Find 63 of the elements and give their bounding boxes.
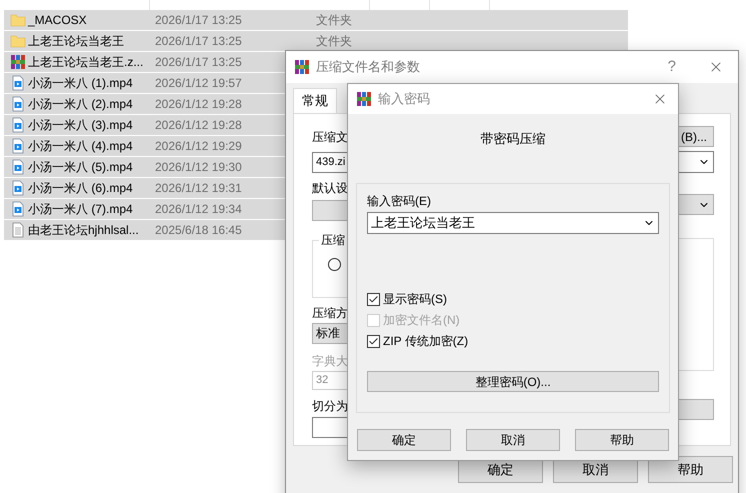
field-label: 默认设 — [312, 181, 348, 195]
file-name: 小汤一米八 (3).mp4 — [28, 117, 133, 134]
password-field[interactable]: 上老王论坛当老王 — [367, 212, 659, 234]
file-date: 2026/1/12 19:30 — [155, 159, 242, 176]
file-name: 小汤一米八 (1).mp4 — [28, 75, 133, 92]
video-file-icon — [10, 138, 26, 154]
checkbox-label: 加密文件名(N) — [383, 312, 460, 329]
video-file-icon — [10, 75, 26, 91]
window-title: 输入密码 — [378, 90, 431, 108]
video-file-icon — [10, 117, 26, 133]
file-date: 2026/1/17 13:25 — [155, 54, 242, 71]
dialog-heading: 带密码压缩 — [480, 130, 546, 148]
file-name: _MACOSX — [28, 12, 87, 29]
dialog-button[interactable]: 取消 — [466, 429, 560, 451]
dialog-button[interactable]: 帮助 — [575, 429, 669, 451]
video-file-icon — [10, 180, 26, 196]
file-name: 小汤一米八 (5).mp4 — [28, 159, 133, 176]
video-file-icon — [10, 96, 26, 112]
field-label: 压缩文 — [312, 130, 348, 144]
file-date: 2026/1/12 19:57 — [155, 75, 242, 92]
dialog-button[interactable]: 确定 — [357, 429, 451, 451]
file-name: 小汤一米八 (6).mp4 — [28, 180, 133, 197]
folder-icon — [10, 12, 26, 28]
checkbox[interactable] — [367, 334, 380, 348]
file-name: 小汤一米八 (7).mp4 — [28, 201, 133, 218]
window-title: 压缩文件名和参数 — [316, 58, 421, 76]
file-name: 由老王论坛hjhhlsal... — [28, 222, 139, 239]
group-label: 压缩 — [319, 233, 347, 247]
file-row[interactable]: _MACOSX 2026/1/17 13:25 文件夹 — [4, 10, 628, 30]
file-date: 2026/1/17 13:25 — [155, 33, 242, 50]
field-label: 字典大 — [312, 354, 348, 368]
checkbox[interactable] — [367, 292, 380, 306]
text-file-icon — [10, 222, 26, 238]
file-name: 小汤一米八 (2).mp4 — [28, 96, 133, 113]
video-file-icon — [10, 159, 26, 175]
file-name: 上老王论坛当老王 — [28, 33, 124, 50]
file-row[interactable]: 上老王论坛当老王 2026/1/17 13:25 文件夹 — [4, 31, 628, 51]
file-type: 文件夹 — [316, 12, 352, 29]
field-label: 切分为 — [312, 399, 348, 413]
app-icon — [294, 59, 310, 75]
file-type: 文件夹 — [316, 33, 352, 50]
radio-button[interactable] — [328, 258, 341, 271]
file-date: 2026/1/12 19:29 — [155, 138, 242, 155]
file-date: 2025/6/18 16:45 — [155, 222, 242, 239]
file-date: 2026/1/17 13:25 — [155, 12, 242, 29]
organize-passwords-button[interactable]: 整理密码(O)... — [367, 371, 659, 392]
help-button[interactable]: ? — [668, 56, 676, 78]
field-label: 压缩方 — [312, 306, 348, 320]
folder-icon — [10, 33, 26, 49]
password-label: 输入密码(E) — [367, 194, 432, 208]
tab[interactable]: 常规 — [293, 88, 337, 113]
file-date: 2026/1/12 19:31 — [155, 180, 242, 197]
file-name: 小汤一米八 (4).mp4 — [28, 138, 133, 155]
dialog-button[interactable]: 帮助 — [648, 456, 733, 483]
file-date: 2026/1/12 19:28 — [155, 96, 242, 113]
file-date: 2026/1/12 19:28 — [155, 117, 242, 134]
file-date: 2026/1/12 19:34 — [155, 201, 242, 218]
video-file-icon — [10, 201, 26, 217]
file-name: 上老王论坛当老王.z... — [28, 54, 144, 71]
checkbox-label: 显示密码(S) — [383, 291, 447, 308]
checkbox-label: ZIP 传统加密(Z) — [383, 333, 468, 350]
archive-icon — [10, 54, 26, 70]
app-icon — [356, 91, 372, 107]
